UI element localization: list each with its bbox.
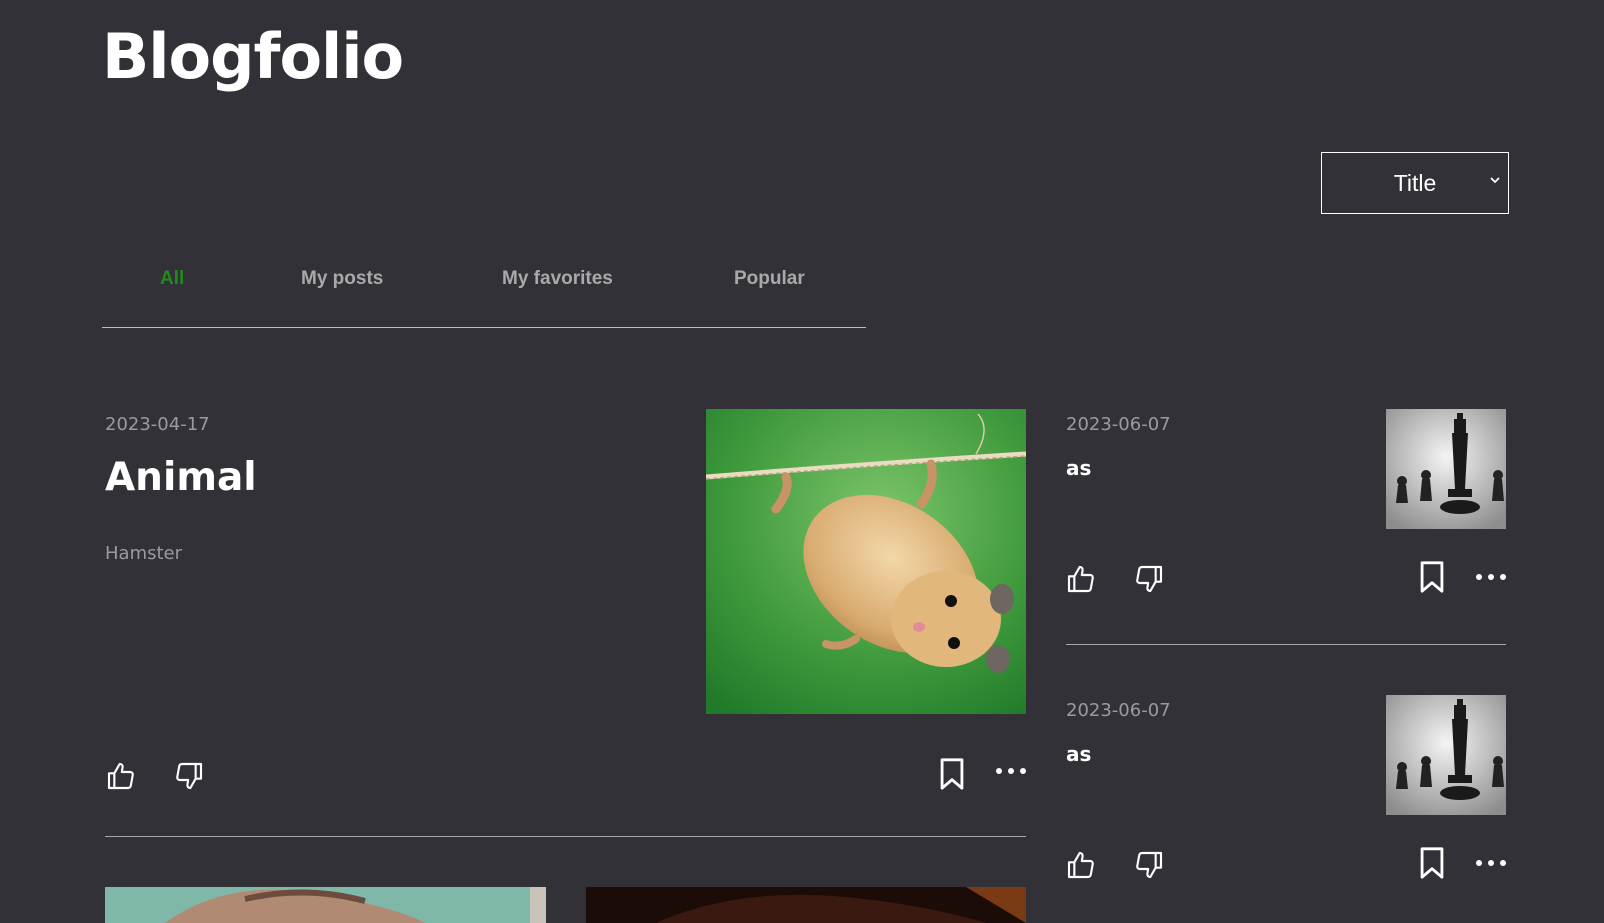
thumbs-up-icon[interactable] <box>105 760 137 792</box>
blog-page: Blogfolio Title All My posts My favorite… <box>0 0 1604 923</box>
post-title[interactable]: as <box>1066 456 1091 480</box>
bookmark-icon[interactable] <box>1417 560 1447 594</box>
more-horizontal-icon[interactable] <box>1475 858 1507 868</box>
post-subtitle: Hamster <box>105 543 183 564</box>
bookmark-icon[interactable] <box>1417 846 1447 880</box>
thumbs-down-icon[interactable] <box>1133 849 1165 881</box>
post-title[interactable]: as <box>1066 742 1091 766</box>
thumbs-down-icon[interactable] <box>173 760 205 792</box>
filter-tabs: All My posts My favorites Popular <box>102 258 866 328</box>
post-thumbnail-chess[interactable] <box>1386 409 1506 529</box>
thumbs-up-icon[interactable] <box>1065 563 1097 595</box>
bookmark-icon[interactable] <box>937 757 967 791</box>
post-title[interactable]: Animal <box>105 455 257 500</box>
post-date: 2023-06-07 <box>1066 700 1171 721</box>
tab-my-posts[interactable]: My posts <box>301 268 383 290</box>
post-image-hamster[interactable] <box>706 409 1026 714</box>
post-date: 2023-04-17 <box>105 414 210 435</box>
more-horizontal-icon[interactable] <box>1475 572 1507 582</box>
chevron-down-icon <box>1490 177 1500 184</box>
thumbs-up-icon[interactable] <box>1065 849 1097 881</box>
tab-popular[interactable]: Popular <box>734 268 805 290</box>
sort-select[interactable]: Title <box>1321 152 1509 214</box>
more-horizontal-icon[interactable] <box>995 766 1027 776</box>
post-thumbnail-chess[interactable] <box>1386 695 1506 815</box>
post-date: 2023-06-07 <box>1066 414 1171 435</box>
sort-selected-value: Title <box>1393 169 1437 196</box>
site-logo[interactable]: Blogfolio <box>102 26 404 88</box>
post-divider <box>1066 644 1506 645</box>
post-divider <box>105 836 1026 837</box>
tab-all[interactable]: All <box>160 268 184 290</box>
tab-my-favorites[interactable]: My favorites <box>502 268 613 290</box>
post-image-partial[interactable] <box>586 887 1026 923</box>
thumbs-down-icon[interactable] <box>1133 563 1165 595</box>
post-image-partial[interactable] <box>105 887 546 923</box>
